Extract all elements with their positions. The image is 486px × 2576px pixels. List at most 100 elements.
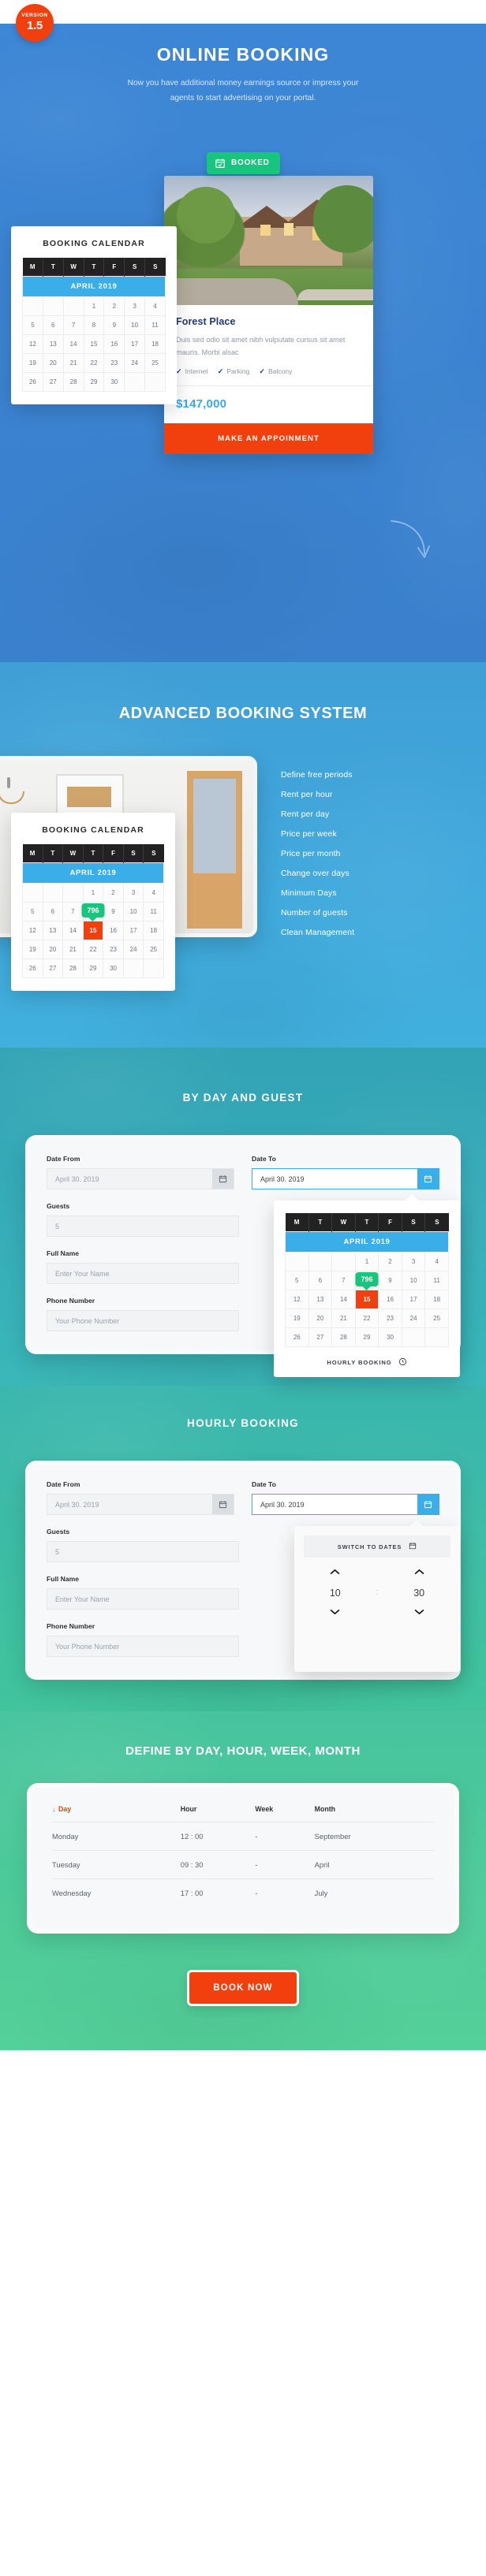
make-appointment-button[interactable]: MAKE AN APPOINMENT (164, 423, 373, 454)
calendar-day-cell[interactable]: 13 (42, 921, 64, 940)
calendar-day-cell[interactable]: 7 (62, 315, 84, 335)
calendar-day-cell[interactable]: 14 (62, 921, 84, 940)
calendar-day-cell[interactable]: 25 (143, 940, 164, 959)
calendar-day-cell[interactable]: 23 (103, 352, 125, 373)
calendar-day-cell[interactable]: 28 (331, 1327, 356, 1347)
calendar-day-cell[interactable]: 12 (285, 1290, 309, 1309)
calendar-day-cell[interactable]: 4 (143, 883, 164, 903)
calendar-day-cell[interactable]: 21 (62, 352, 84, 373)
calendar-day-cell[interactable]: 3 (122, 883, 144, 903)
date-from-value[interactable]: April 30. 2019 (47, 1169, 212, 1189)
date-to-value[interactable]: April 30. 2019 (252, 1169, 417, 1189)
calendar-day-cell[interactable]: 8 (83, 315, 105, 335)
calendar-day-cell[interactable]: 20 (308, 1308, 333, 1328)
calendar-day-cell[interactable]: 24 (122, 940, 144, 959)
calendar-day-cell[interactable]: 15 (83, 333, 105, 354)
calendar-table[interactable]: APRIL 2019 M T W T F S S 12345678 (22, 844, 164, 978)
minutes-stepper[interactable]: 30 (397, 1569, 441, 1617)
calendar-day-cell[interactable]: 5 (22, 315, 43, 335)
calendar-day-cell[interactable]: 14 (62, 333, 84, 354)
chevron-down-icon[interactable] (414, 1609, 424, 1617)
advanced-booking-calendar[interactable]: BOOKING CALENDAR APRIL 2019 M T W T F S (11, 813, 175, 991)
calendar-day-cell[interactable]: 21 (331, 1308, 356, 1328)
book-now-button[interactable]: BOOK NOW (187, 1970, 299, 2006)
calendar-day-cell[interactable]: 29 (82, 959, 104, 978)
calendar-day-cell[interactable]: 16 (103, 333, 125, 354)
calendar-day-cell[interactable]: 3 (401, 1252, 426, 1271)
switch-to-dates-button[interactable]: SWITCH TO DATES (304, 1536, 450, 1558)
calendar-day-cell[interactable]: 10 (401, 1271, 426, 1290)
date-to-value[interactable]: April 30. 2019 (252, 1495, 417, 1514)
date-from-input[interactable]: April 30. 2019 (47, 1494, 234, 1515)
calendar-day-cell[interactable]: 2 (103, 296, 125, 316)
date-from-value[interactable]: April 30. 2019 (47, 1495, 212, 1514)
chevron-up-icon[interactable] (330, 1569, 340, 1577)
calendar-day-cell[interactable]: 7 (62, 902, 84, 921)
calendar-day-cell[interactable]: 26 (22, 371, 43, 392)
calendar-day-cell[interactable]: 18 (143, 921, 164, 940)
property-card[interactable]: Forest Place Duis sed odio sit amet nibh… (164, 175, 373, 454)
calendar-day-cell[interactable]: 796 15 (354, 1272, 379, 1309)
calendar-day-cell[interactable]: 27 (308, 1327, 333, 1347)
calendar-icon[interactable] (212, 1495, 234, 1514)
column-header-hour[interactable]: Hour (180, 1805, 256, 1822)
calendar-day-cell[interactable]: 2 (378, 1252, 402, 1271)
chevron-down-icon[interactable] (330, 1609, 340, 1617)
calendar-day-cell[interactable]: 6 (42, 315, 64, 335)
calendar-day-cell[interactable]: 1 (82, 883, 104, 903)
calendar-day-cell[interactable]: 26 (285, 1327, 309, 1347)
calendar-day-cell[interactable]: 30 (378, 1327, 402, 1347)
calendar-day-cell[interactable]: 22 (83, 352, 105, 373)
time-spinner[interactable]: 10 : 30 (304, 1569, 450, 1617)
hourly-booking-switch[interactable]: HOURLY BOOKING (285, 1347, 449, 1368)
calendar-icon[interactable] (417, 1169, 439, 1189)
calendar-day-cell[interactable]: 7 (331, 1271, 356, 1290)
calendar-day-cell[interactable]: 5 (22, 902, 43, 921)
calendar-day-cell[interactable]: 4 (144, 296, 166, 316)
calendar-table[interactable]: APRIL 2019 M T W T F S S 12345678 (285, 1213, 449, 1347)
calendar-table[interactable]: APRIL 2019 M T W T F S S 12345678 (22, 257, 166, 392)
column-header-day[interactable]: ↓ Day (52, 1805, 181, 1822)
hours-stepper[interactable]: 10 (313, 1569, 357, 1617)
calendar-day-cell[interactable]: 10 (122, 902, 144, 921)
calendar-day-cell[interactable]: 4 (424, 1252, 449, 1271)
calendar-day-cell[interactable]: 23 (103, 940, 124, 959)
calendar-day-cell[interactable]: 19 (22, 940, 43, 959)
calendar-day-cell[interactable]: 28 (62, 959, 84, 978)
calendar-day-cell[interactable]: 27 (42, 959, 64, 978)
calendar-day-cell[interactable]: 13 (308, 1290, 333, 1309)
calendar-day-cell[interactable]: 12 (22, 333, 43, 354)
byday-calendar-popover[interactable]: APRIL 2019 M T W T F S S 12345678 (274, 1194, 460, 1377)
calendar-day-cell[interactable]: 6 (42, 902, 64, 921)
calendar-day-cell[interactable]: 3 (124, 296, 146, 316)
calendar-day-cell[interactable]: 9 (103, 315, 125, 335)
calendar-day-cell[interactable]: 19 (285, 1308, 309, 1328)
date-from-input[interactable]: April 30. 2019 (47, 1168, 234, 1189)
chevron-up-icon[interactable] (414, 1569, 424, 1577)
calendar-day-cell[interactable]: 14 (331, 1290, 356, 1309)
calendar-day-cell[interactable]: 18 (144, 333, 166, 354)
calendar-day-cell[interactable]: 16 (378, 1290, 402, 1309)
calendar-day-cell[interactable]: 22 (354, 1308, 379, 1328)
phone-input[interactable]: Your Phone Number (47, 1310, 239, 1331)
hero-booking-calendar[interactable]: BOOKING CALENDAR APRIL 2019 M T W T F S (11, 225, 177, 404)
calendar-day-cell[interactable]: 1 (83, 296, 105, 316)
calendar-day-cell[interactable]: 17 (122, 921, 144, 940)
calendar-day-cell[interactable]: 20 (42, 352, 64, 373)
fullname-input[interactable]: Enter Your Name (47, 1588, 239, 1610)
calendar-day-cell[interactable]: 26 (22, 959, 43, 978)
calendar-day-cell[interactable]: 12 (22, 921, 43, 940)
phone-input[interactable]: Your Phone Number (47, 1636, 239, 1657)
calendar-day-cell[interactable]: 24 (124, 352, 146, 373)
calendar-day-cell[interactable]: 20 (42, 940, 64, 959)
calendar-day-cell[interactable]: 11 (143, 902, 164, 921)
calendar-day-cell[interactable]: 9 (378, 1271, 402, 1290)
calendar-day-cell[interactable]: 10 (124, 315, 146, 335)
calendar-icon[interactable] (212, 1169, 234, 1189)
calendar-day-cell[interactable]: 1 (354, 1252, 379, 1271)
calendar-day-cell[interactable]: 17 (401, 1290, 426, 1309)
fullname-input[interactable]: Enter Your Name (47, 1263, 239, 1284)
calendar-day-cell[interactable]: 17 (124, 333, 146, 354)
calendar-icon[interactable] (417, 1495, 439, 1514)
column-header-month[interactable]: Month (314, 1805, 434, 1822)
